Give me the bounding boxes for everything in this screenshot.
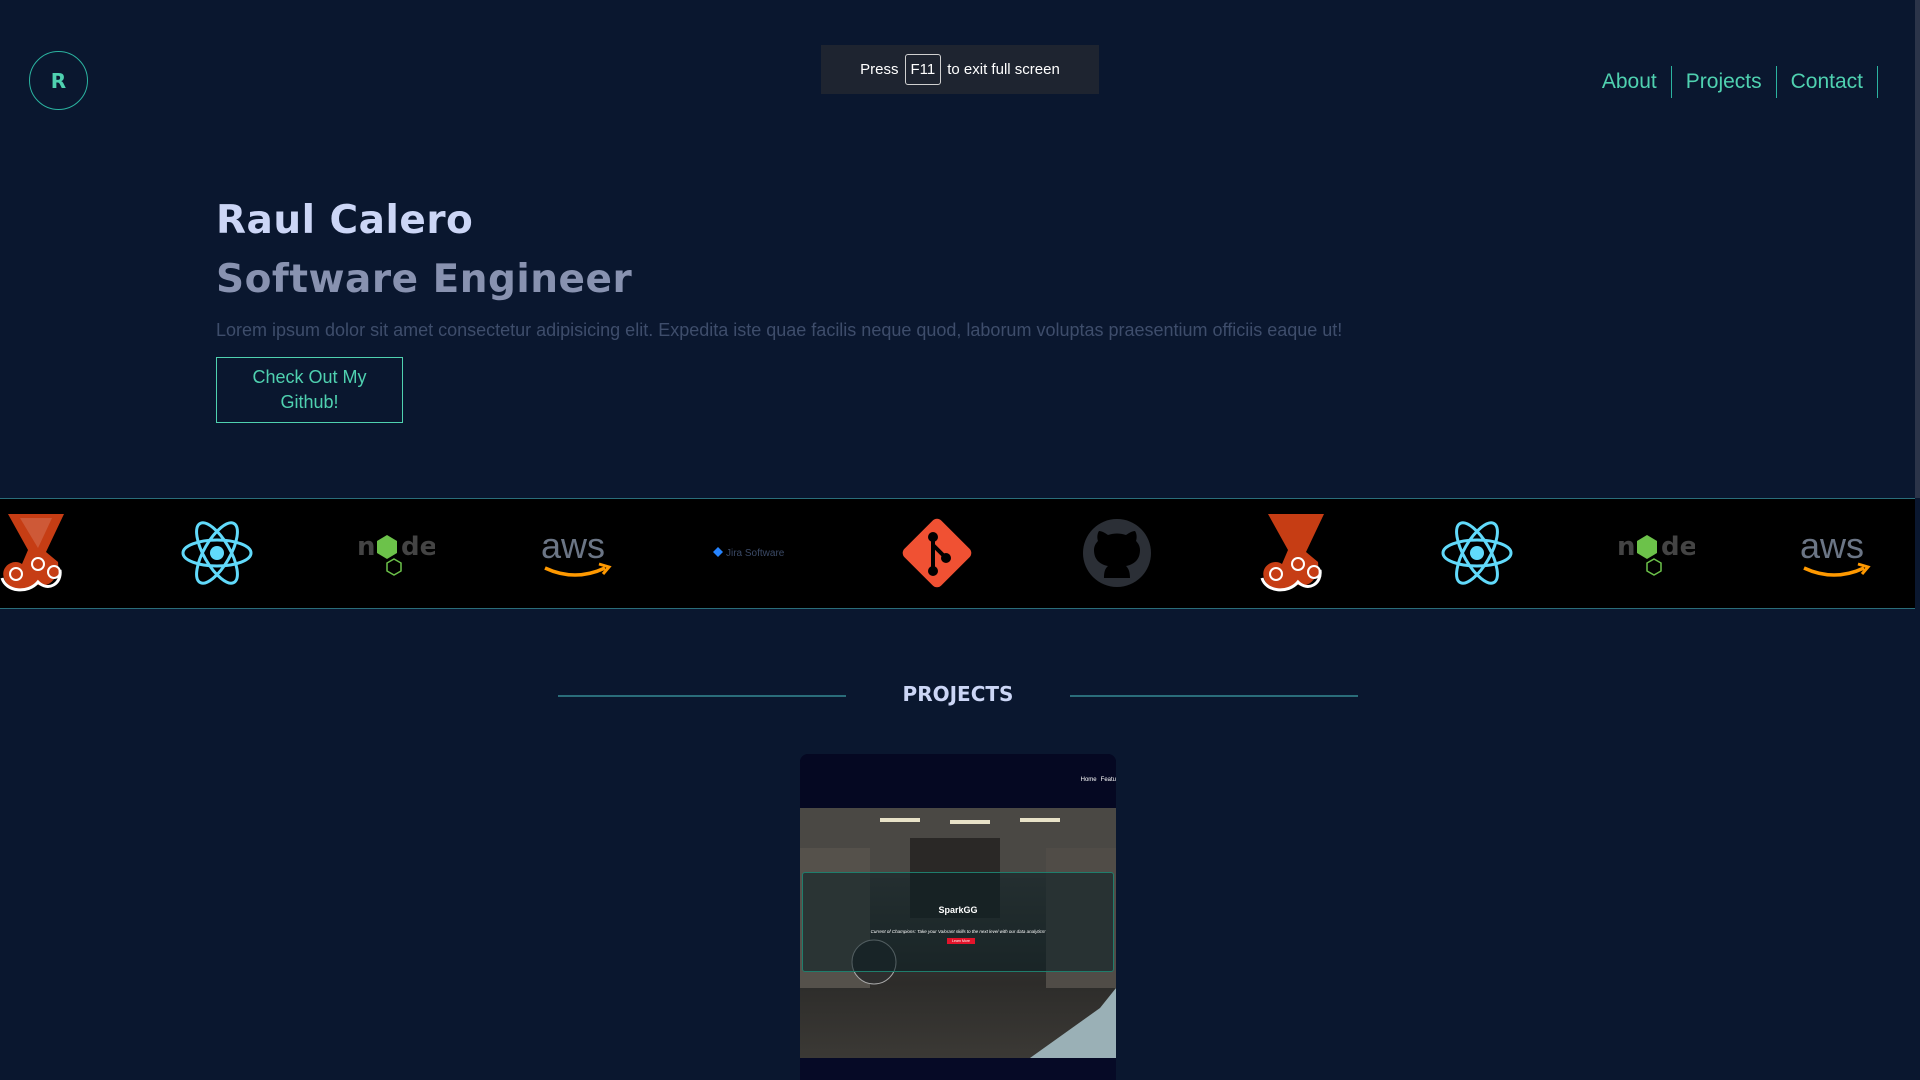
fullscreen-toast: Press F11 to exit full screen [821, 45, 1099, 94]
jira-icon: Jira Software [712, 499, 802, 607]
react-icon [172, 499, 262, 607]
svg-text:de: de [401, 532, 435, 562]
hero-role: Software Engineer [216, 257, 633, 302]
node-text: n [357, 532, 376, 562]
card-nav: Home Featu [1081, 777, 1116, 783]
card-bottom [800, 1058, 1116, 1080]
svg-text:n: n [1617, 532, 1636, 562]
svg-text:aws: aws [541, 526, 605, 566]
hero-name: Raul Calero [216, 198, 474, 243]
projects-heading: PROJECTS [558, 680, 1358, 710]
toast-prefix: Press [860, 61, 899, 78]
aws-icon: aws [532, 499, 622, 607]
nav-contact[interactable]: Contact [1777, 66, 1878, 98]
card-nav-home: Home [1080, 777, 1097, 783]
card-overlay: SparkGG Current of Champions: Take your … [802, 872, 1114, 972]
toast-key: F11 [904, 54, 942, 85]
card-nav-featu: Featu [1100, 777, 1116, 783]
svg-text:Jira Software: Jira Software [726, 548, 785, 559]
github-icon [1072, 499, 1162, 607]
card-learn-more-button[interactable]: Learn More [947, 938, 975, 944]
hero-description: Lorem ipsum dolor sit amet consectetur a… [216, 320, 1343, 340]
jest-icon [0, 499, 81, 607]
toast-suffix: to exit full screen [947, 61, 1060, 78]
nav-projects[interactable]: Projects [1672, 66, 1777, 98]
projects-title: PROJECTS [902, 682, 1014, 706]
main-nav: About Projects Contact [1588, 66, 1878, 98]
aws-icon: aws [1791, 499, 1881, 607]
hero-section: Raul Calero Software Engineer Lorem ipsu… [216, 198, 1416, 423]
jest-icon [1251, 499, 1341, 607]
project-card[interactable]: Home Featu SparkGG Current of Champions:… [800, 754, 1116, 1080]
logo-letter: R [50, 68, 67, 93]
nodejs-icon: n de [1611, 499, 1701, 607]
page-scrollbar[interactable] [1915, 0, 1920, 498]
svg-text:de: de [1661, 532, 1695, 562]
git-icon [892, 499, 982, 607]
nodejs-icon: n de [351, 499, 441, 607]
card-title: SparkGG [938, 905, 978, 915]
nav-about[interactable]: About [1588, 66, 1672, 98]
tech-strip: n de aws Jira Software n de aws [0, 498, 1915, 609]
react-icon [1432, 499, 1522, 607]
card-subtitle: Current of Champions: Take your Valorant… [870, 929, 1046, 934]
card-topbar: Home Featu [800, 754, 1116, 808]
github-button[interactable]: Check Out My Github! [216, 357, 403, 423]
svg-text:aws: aws [1800, 526, 1864, 566]
divider-right [1070, 695, 1358, 697]
logo[interactable]: R [29, 51, 88, 110]
